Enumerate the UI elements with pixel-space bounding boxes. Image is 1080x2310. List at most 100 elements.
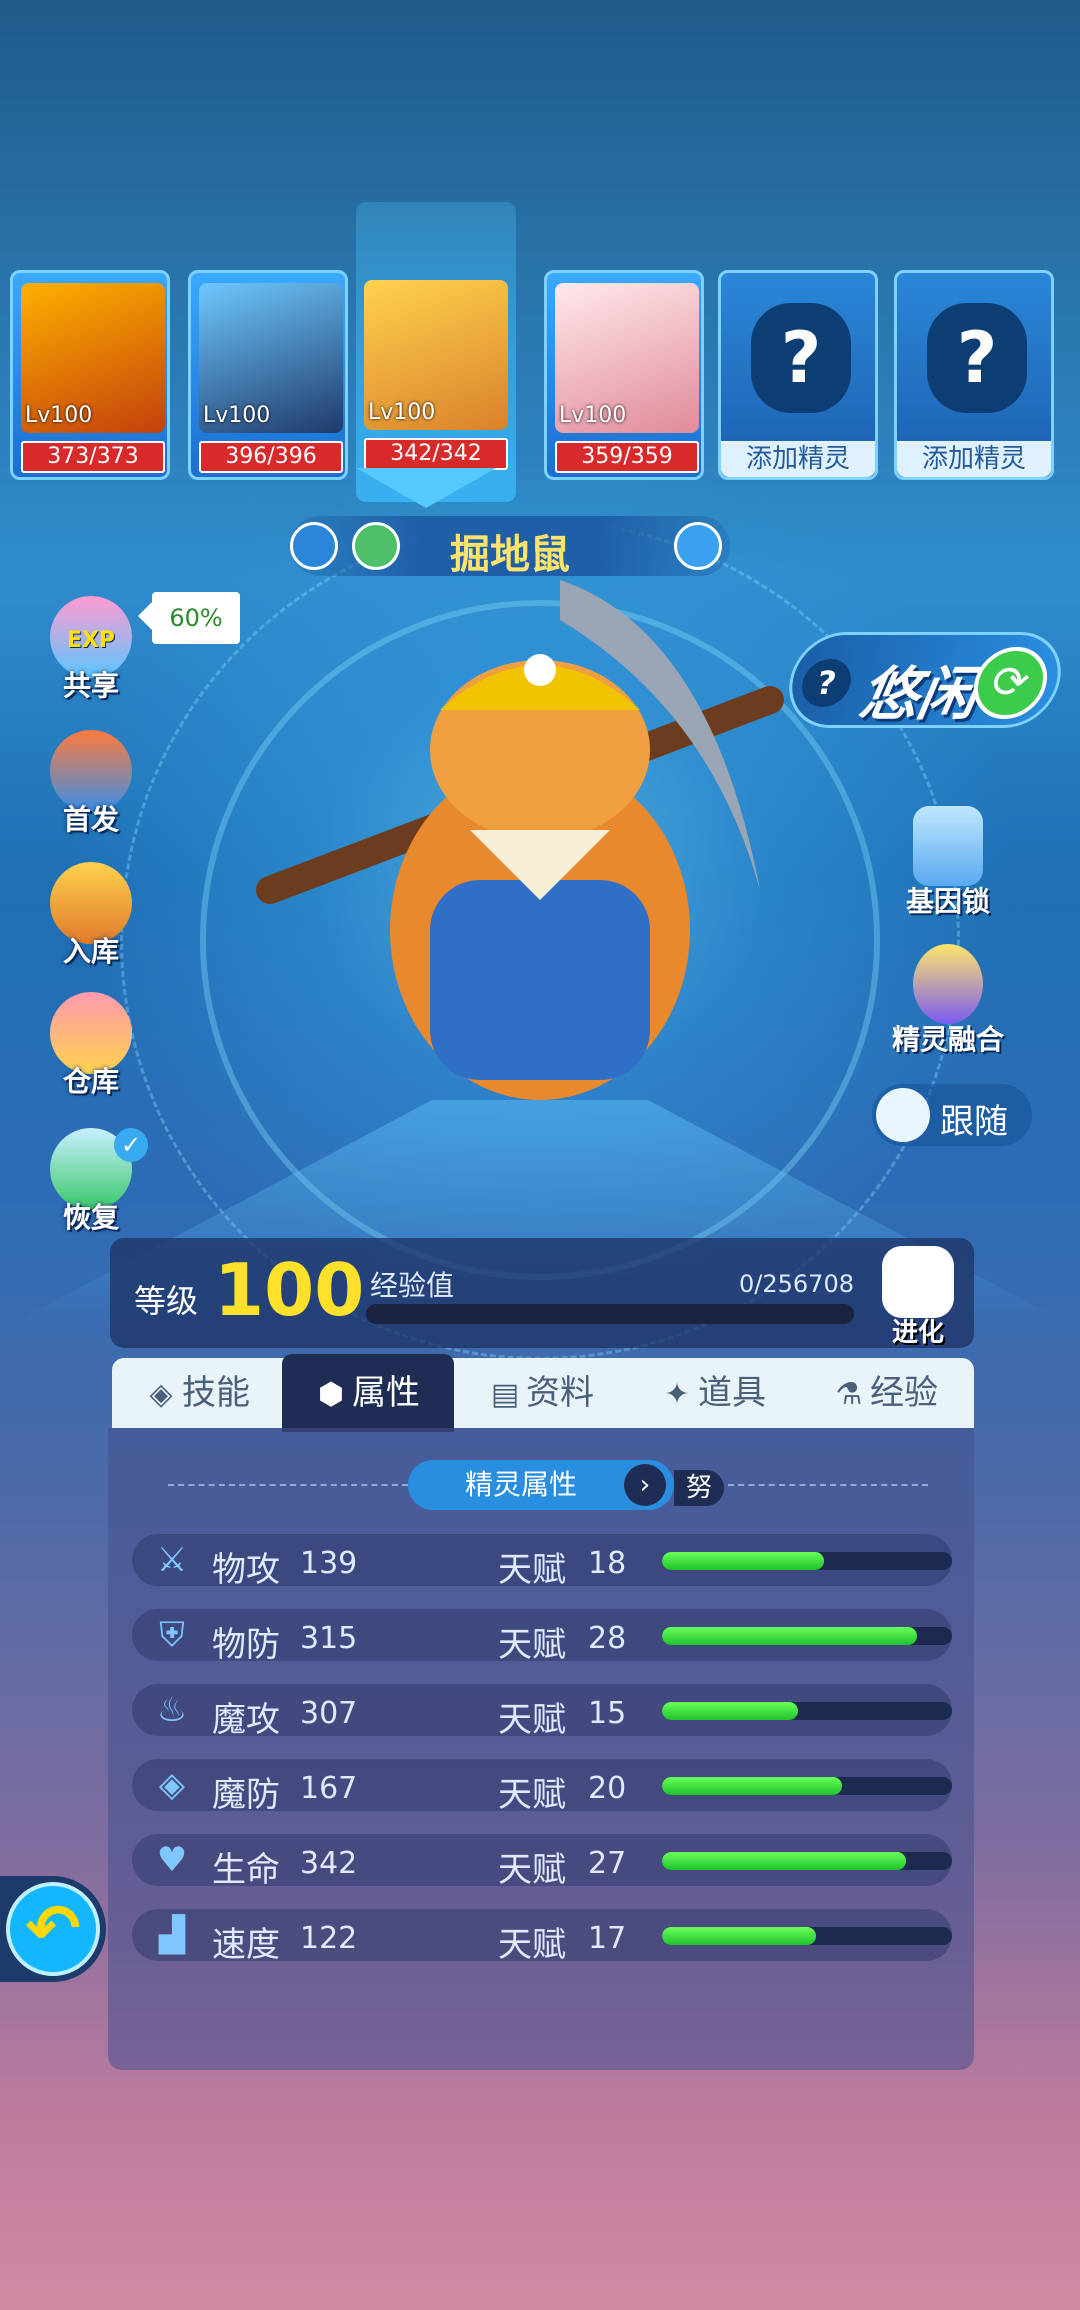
add-pet-slot[interactable]: ? 添加精灵 [894,270,1054,480]
talent-label: 天赋 [498,1700,566,1740]
pet-hp-bar: 373/373 [21,441,165,473]
unknown-pet-icon: ? [751,303,851,413]
attribute-name: 魔攻 [212,1700,280,1740]
tab-skills[interactable]: ◈ 技能 [112,1358,284,1428]
pet-character [256,580,784,1100]
level-label: 等级 [134,1282,199,1320]
shield-icon: ⛨ [159,1615,185,1655]
idle-mode-label: 悠闲 [854,660,983,728]
exp-share-button[interactable]: EXP 共享 [36,596,146,706]
add-pet-label: 添加精灵 [897,441,1051,477]
attribute-row: ♥ 生命 342 天赋 27 [132,1834,952,1890]
toggle-knob [876,1088,930,1142]
attribute-name: 物攻 [212,1550,280,1590]
pet-hp-bar: 342/342 [364,438,508,470]
attribute-name: 生命 [212,1850,280,1890]
pet-hp-bar: 396/396 [199,441,343,473]
boot-icon: ▟ [158,1915,186,1955]
flame-icon: ♨ [156,1690,188,1730]
talent-value: 28 [588,1621,627,1656]
talent-bar-fill [662,1627,918,1645]
skill-icon: ◈ [149,1377,173,1412]
chevron-right-icon[interactable]: › [624,1464,666,1506]
magic-shield-icon: ◈ [158,1765,186,1805]
evolve-icon [882,1246,954,1318]
store-button[interactable]: 入库 [36,862,146,972]
talent-bar [662,1777,952,1795]
help-icon: ? [798,659,855,707]
follow-toggle[interactable]: 跟随 [872,1084,1032,1146]
store-label: 入库 [62,935,119,968]
follow-label: 跟随 [940,1102,1008,1142]
roster-slot[interactable]: Lv100 373/373 [10,270,170,480]
roster-slot[interactable]: Lv100 396/396 [188,270,348,480]
pet-overalls [430,880,650,1080]
talent-bar [662,1852,952,1870]
tab-experience[interactable]: ⚗ 经验 [800,1358,972,1428]
level-panel: 等级 100 经验值 0/256708 进化 [110,1238,974,1348]
tab-info[interactable]: ▤ 资料 [456,1358,628,1428]
attribute-value: 167 [300,1771,358,1806]
roster-slot[interactable]: Lv100 359/359 [544,270,704,480]
talent-label: 天赋 [498,1925,566,1965]
attribute-value: 342 [300,1846,358,1881]
attribute-name: 物防 [212,1625,280,1665]
gene-lock-button[interactable]: 基因锁 [878,806,1018,936]
idle-mode-button[interactable]: ? 悠闲 ⟳ [781,632,1069,728]
effort-tab[interactable]: 努 [674,1470,724,1506]
check-icon: ✓ [114,1128,148,1162]
back-button[interactable]: ↶ [0,1876,106,1982]
clipboard-icon: ▤ [490,1377,520,1412]
detail-tabs: ◈ 技能 ⬢ 属性 ▤ 资料 ✦ 道具 ⚗ 经验 [112,1354,974,1432]
exp-value: 0/256708 [739,1270,854,1298]
restore-label: 恢复 [62,1201,119,1234]
sword-icon: ⚔ [156,1540,188,1580]
tab-label: 道具 [698,1373,766,1413]
attribute-name: 魔防 [212,1775,280,1815]
attribute-value: 315 [300,1621,358,1656]
heart-plus-icon: ♥ [156,1840,188,1880]
helmet-lamp [524,654,556,686]
tab-label: 资料 [526,1373,594,1413]
talent-value: 15 [588,1696,627,1731]
attribute-panel: 精灵属性 › 努 ⚔ 物攻 139 天赋 18 ⛨ 物防 315 天赋 28 ♨… [108,1428,974,2070]
back-arrow-icon: ↶ [6,1882,100,1976]
fusion-icon [913,944,983,1024]
selected-slot-pointer [356,468,496,508]
evolve-button[interactable]: 进化 [876,1246,960,1348]
flask-icon: ⚗ [835,1377,863,1412]
talent-value: 20 [588,1771,627,1806]
item-icon: ✦ [664,1377,690,1412]
talent-bar [662,1552,952,1570]
talent-label: 天赋 [498,1625,566,1665]
tab-label: 技能 [182,1373,250,1413]
attribute-value: 139 [300,1546,358,1581]
tab-label: 经验 [870,1373,938,1413]
gene-lock-icon [913,806,983,886]
attribute-row: ▟ 速度 122 天赋 17 [132,1909,952,1965]
talent-bar [662,1627,952,1645]
gene-lock-label: 基因锁 [905,885,990,918]
talent-value: 17 [588,1921,627,1956]
talent-bar [662,1927,952,1945]
restore-button[interactable]: ✓ 恢复 [36,1128,148,1238]
fusion-button[interactable]: 精灵融合 [878,944,1018,1074]
talent-bar [662,1702,952,1720]
tab-items[interactable]: ✦ 道具 [628,1358,800,1428]
attribute-icon: ⬢ [317,1377,345,1412]
add-pet-slot[interactable]: ? 添加精灵 [718,270,878,480]
warehouse-button[interactable]: 仓库 [36,992,146,1102]
talent-label: 天赋 [498,1850,566,1890]
fusion-label: 精灵融合 [891,1023,1004,1056]
evolve-label: 进化 [891,1318,944,1348]
first-pet-button[interactable]: 首发 [36,730,146,840]
pet-hp-bar: 359/359 [555,441,699,473]
tab-attributes[interactable]: ⬢ 属性 [282,1354,454,1432]
exp-badge: EXP [66,628,116,653]
talent-bar-fill [662,1702,799,1720]
talent-bar-fill [662,1927,816,1945]
attribute-value: 122 [300,1921,358,1956]
add-pet-label: 添加精灵 [721,441,875,477]
roster-slot-selected[interactable]: Lv100 342/342 [356,202,516,502]
talent-value: 18 [588,1546,627,1581]
